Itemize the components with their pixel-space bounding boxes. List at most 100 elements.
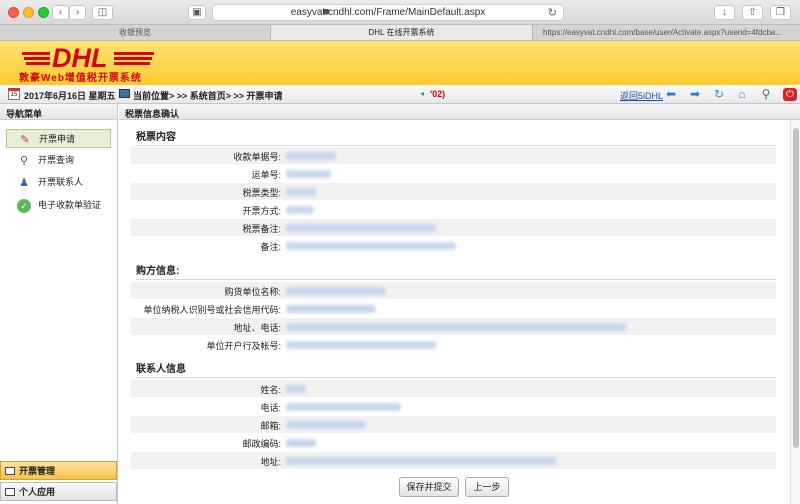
tab-dhl-invoice[interactable]: DHL 在线开票系统 (270, 25, 532, 40)
tab-bar: 收银预览 DHL 在线开票系统 https://easyvat.cndhl.co… (0, 25, 800, 41)
field-row: 邮箱: (131, 416, 776, 433)
sidebar-title: 导航菜单 (0, 104, 117, 120)
field-label: 邮政编码: (242, 439, 281, 449)
field-label: 购货单位名称: (224, 287, 281, 297)
field-value-redacted (286, 305, 376, 313)
main-panel: 税票信息确认 税票内容 收款单据号: 运单号: 税票类型: 开票方式: 税票备注… (119, 104, 800, 504)
field-value-redacted (286, 457, 556, 465)
field-row: 电话: (131, 398, 776, 415)
site-header: DHL 敦豪Web增值税开票系统 (0, 41, 800, 85)
sidebar-item-invoice-query[interactable]: ⚲ 开票查询 (6, 151, 111, 170)
field-row: 税票备注: (131, 219, 776, 236)
field-value-redacted (286, 341, 436, 349)
tabs-overview-icon[interactable]: ❐ (770, 5, 791, 20)
sidebar-toggle-icon[interactable]: ◫ (92, 5, 113, 20)
scrolling-notice: '02) (430, 89, 446, 99)
field-value-redacted (286, 242, 456, 250)
field-value-redacted (286, 224, 436, 232)
tab-label: 收银预览 (119, 28, 151, 37)
address-bar[interactable]: easyvat.cndhl.com/Frame/MainDefault.aspx… (212, 4, 564, 21)
section-title-contact-info: 联系人信息 (136, 360, 776, 378)
sidebar-group-invoice-management[interactable]: 开票管理 (0, 461, 117, 480)
home-icon[interactable]: ⌂ (735, 88, 749, 101)
field-label: 税票类型: (242, 188, 281, 198)
folder-icon (5, 467, 15, 475)
field-label: 电话: (260, 403, 281, 413)
previous-step-button[interactable]: 上一步 (465, 477, 509, 497)
tab-activate[interactable]: https://easyvat.cndhl.com/base/user/Acti… (532, 25, 800, 40)
close-window-button[interactable] (8, 7, 19, 18)
sidebar-item-label: 开票申请 (39, 134, 76, 144)
field-row: 运单号: (131, 165, 776, 182)
field-value-redacted (286, 323, 626, 331)
computer-icon (119, 89, 130, 98)
sidebar-item-label: 开票查询 (38, 155, 75, 165)
tab-preview[interactable]: 收银预览 (0, 25, 270, 40)
logo-subtitle: 敦豪Web增值税开票系统 (19, 73, 142, 84)
field-label: 地址: (260, 457, 281, 467)
save-submit-button[interactable]: 保存并提交 (399, 477, 459, 497)
field-label: 备注: (260, 242, 281, 252)
share-icon[interactable]: ⇧ (742, 5, 763, 20)
folder-icon (5, 488, 15, 496)
field-row: 地址、电话: (131, 318, 776, 335)
field-label: 开票方式: (242, 206, 281, 216)
reload-icon[interactable]: ↻ (548, 6, 557, 19)
field-value-redacted (286, 152, 336, 160)
download-icon[interactable]: ↓ (714, 5, 735, 20)
field-value-redacted (286, 206, 314, 214)
minimize-window-button[interactable] (23, 7, 34, 18)
tab-label: DHL 在线开票系统 (368, 28, 435, 37)
sidebar-group-label: 开票管理 (19, 466, 56, 476)
search-icon[interactable]: ⚲ (759, 88, 773, 101)
back-icon[interactable]: ‹ (52, 5, 69, 20)
speaker-icon: ◂ (420, 89, 425, 98)
arrow-right-icon[interactable]: ➡ (688, 88, 702, 101)
pen-icon: ✎ (20, 134, 30, 146)
field-row: 税票类型: (131, 183, 776, 200)
person-icon: ♟ (19, 177, 29, 189)
reader-icon[interactable]: ▣ (188, 5, 206, 20)
magnifier-icon: ⚲ (19, 155, 29, 167)
field-value-redacted (286, 188, 316, 196)
field-label: 税票备注: (242, 224, 281, 234)
field-row: 收款单据号: (131, 147, 776, 164)
field-row: 单位纳税人识别号或社会信用代码: (131, 300, 776, 317)
breadcrumb: 当前位置> >> 系统首页> >> 开票申请 (133, 91, 283, 101)
sidebar-item-receipt-verify[interactable]: ✓ 电子收款单验证 (6, 196, 111, 215)
field-value-redacted (286, 439, 316, 447)
refresh-icon[interactable]: ↻ (712, 88, 726, 101)
field-row: 地址: (131, 452, 776, 469)
field-label: 姓名: (260, 385, 281, 395)
field-value-redacted (286, 421, 366, 429)
field-row: 单位开户行及帐号: (131, 336, 776, 353)
field-label: 邮箱: (260, 421, 281, 431)
sidebar-item-label: 开票联系人 (38, 177, 84, 187)
field-row: 开票方式: (131, 201, 776, 218)
calendar-icon: 15 (8, 88, 20, 100)
section-title-invoice-content: 税票内容 (136, 128, 776, 146)
back-to-5idhl-link[interactable]: 返回5iDHL (620, 89, 663, 102)
sidebar-item-label: 电子收款单验证 (38, 200, 102, 210)
field-value-redacted (286, 385, 306, 393)
forward-icon[interactable]: › (69, 5, 86, 20)
zoom-window-button[interactable] (38, 7, 49, 18)
field-label: 单位开户行及帐号: (206, 341, 281, 351)
browser-toolbar: ‹ › ◫ ▣ easyvat.cndhl.com/Frame/MainDefa… (0, 0, 800, 25)
field-value-redacted (286, 403, 401, 411)
sidebar-item-invoice-request[interactable]: ✎ 开票申请 (6, 129, 111, 148)
tab-label: https://easyvat.cndhl.com/base/user/Acti… (543, 28, 783, 37)
field-value-redacted (286, 287, 386, 295)
section-title-buyer-info: 购方信息: (136, 262, 776, 280)
url-text: easyvat.cndhl.com/Frame/MainDefault.aspx (290, 7, 486, 18)
power-icon[interactable]: ⏻ (783, 88, 797, 101)
field-label: 运单号: (251, 170, 281, 180)
field-row: 邮政编码: (131, 434, 776, 451)
sidebar-item-invoice-contact[interactable]: ♟ 开票联系人 (6, 173, 111, 192)
scrollbar-thumb[interactable] (793, 128, 799, 448)
vertical-scrollbar[interactable] (790, 120, 800, 504)
arrow-left-icon[interactable]: ⬅ (664, 88, 678, 101)
sidebar-group-personal-apps[interactable]: 个人应用 (0, 482, 117, 501)
check-icon: ✓ (17, 199, 31, 213)
field-label: 收款单据号: (233, 152, 281, 162)
